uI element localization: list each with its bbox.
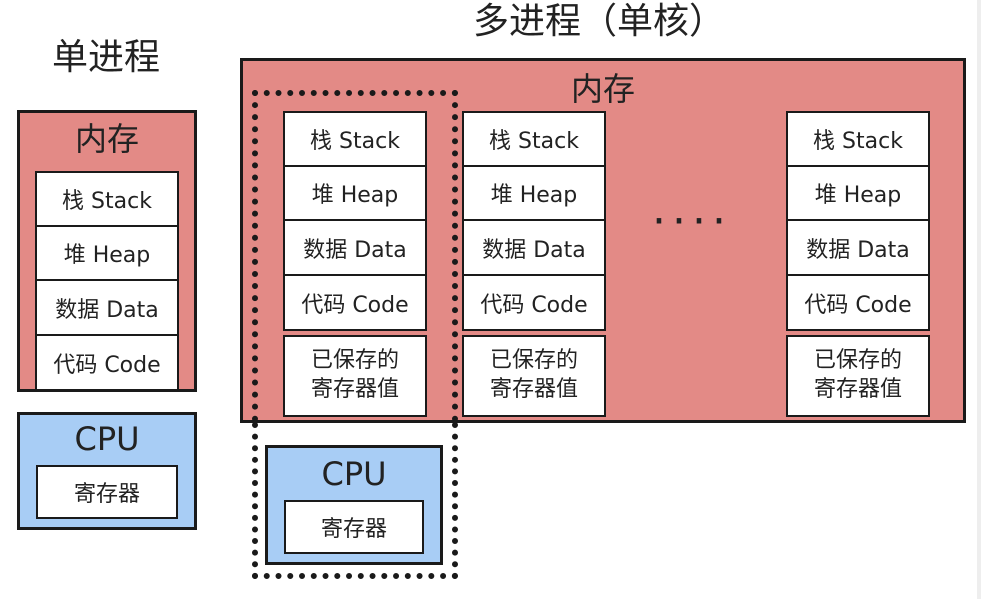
data-segment: 数据 Data: [786, 221, 930, 276]
single-process-title: 单进程: [52, 37, 161, 78]
multi-process-title: 多进程（单核）: [473, 1, 726, 42]
single-cpu-box: CPU 寄存器: [17, 412, 197, 530]
stack-segment: 栈 Stack: [462, 111, 606, 167]
single-cpu-label: CPU: [74, 420, 140, 458]
active-cpu-outline: [252, 422, 458, 579]
single-segment-stack: 栈 Stack 堆 Heap 数据 Data 代码 Code: [35, 171, 179, 391]
more-processes-ellipsis: ····: [652, 196, 732, 247]
saved-registers-line-2: 寄存器值: [489, 377, 578, 402]
stack-segment: 栈 Stack: [786, 111, 930, 167]
heap-segment: 堆 Heap: [462, 167, 606, 221]
single-memory-box: 内存 栈 Stack 堆 Heap 数据 Data 代码 Code: [17, 110, 197, 392]
saved-registers-line-1: 已保存的: [489, 348, 578, 374]
heap-segment: 堆 Heap: [35, 227, 179, 281]
single-register-box: 寄存器: [36, 465, 178, 519]
code-segment: 代码 Code: [786, 276, 930, 331]
saved-registers-line-2: 寄存器值: [813, 377, 902, 402]
data-segment: 数据 Data: [35, 281, 179, 336]
frame-edge: [977, 0, 981, 599]
stack-segment: 栈 Stack: [35, 171, 179, 227]
single-memory-label: 内存: [74, 120, 139, 158]
heap-segment: 堆 Heap: [786, 167, 930, 221]
saved-registers-line-1: 已保存的: [813, 348, 902, 374]
process-2-saved-registers: 已保存的 寄存器值: [462, 335, 606, 417]
code-segment: 代码 Code: [35, 336, 179, 391]
code-segment: 代码 Code: [462, 276, 606, 331]
process-2-segments: 栈 Stack 堆 Heap 数据 Data 代码 Code: [462, 111, 606, 331]
process-3-segments: 栈 Stack 堆 Heap 数据 Data 代码 Code: [786, 111, 930, 331]
data-segment: 数据 Data: [462, 221, 606, 276]
active-process-outline: [252, 90, 458, 422]
process-3-saved-registers: 已保存的 寄存器值: [786, 335, 930, 417]
